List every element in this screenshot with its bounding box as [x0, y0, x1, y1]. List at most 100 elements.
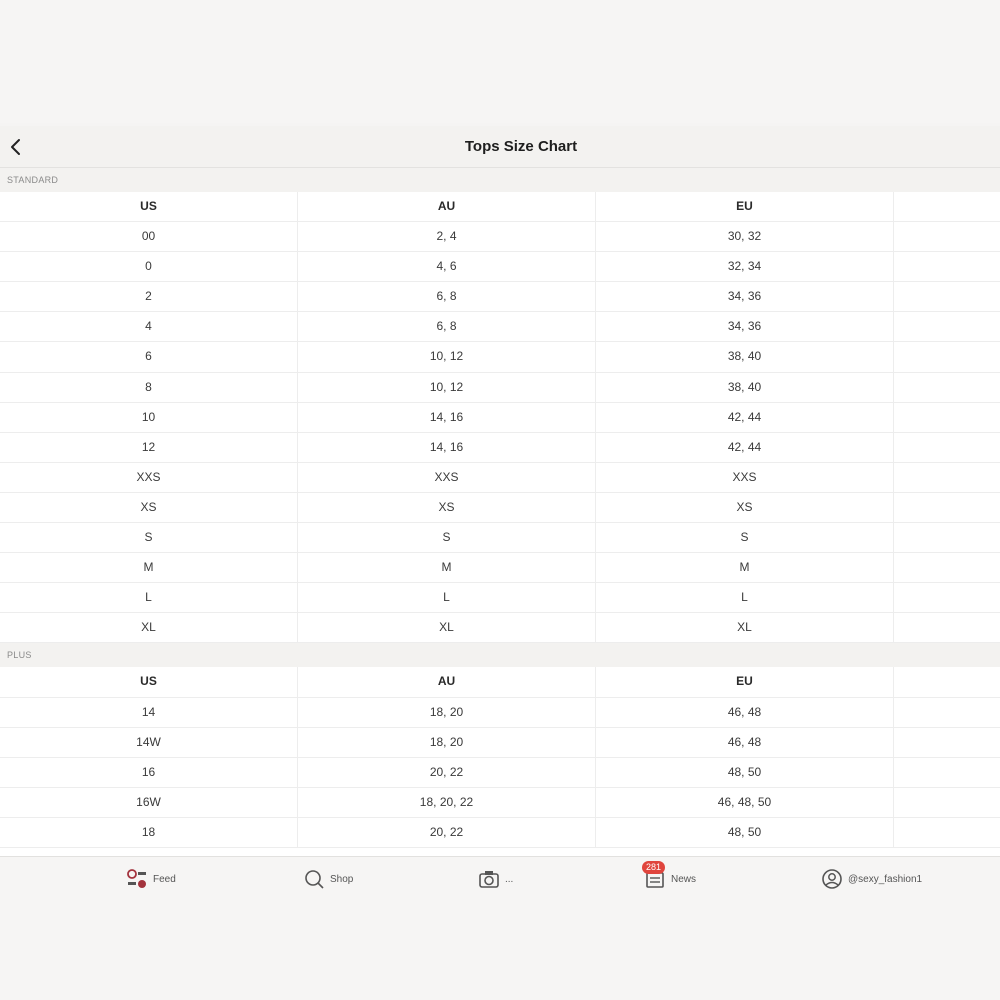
camera-icon: [479, 871, 499, 888]
table-cell-eu: 38, 40: [596, 342, 894, 372]
table-cell-eu: 46, 48: [596, 727, 894, 757]
table-cell-eu: XXS: [596, 462, 894, 492]
table-row: 00 2, 4 30, 32: [0, 222, 1000, 253]
column-header: EU: [596, 192, 894, 222]
table-cell-au: 18, 20: [298, 697, 596, 727]
table-cell-au: 10, 12: [298, 372, 596, 402]
table-filler-cell: [894, 523, 1000, 552]
table-cell-us: XL: [0, 613, 298, 643]
table-cell-eu: 30, 32: [596, 222, 894, 252]
table-cell-eu: 34, 36: [596, 282, 894, 312]
tab-profile[interactable]: @sexy_fashion1: [821, 867, 922, 891]
table-cell-au: 6, 8: [298, 282, 596, 312]
tab-shop-label: Shop: [330, 873, 354, 885]
table-cell-au: 18, 20, 22: [298, 787, 596, 817]
table-filler-cell: [894, 493, 1000, 522]
table-cell-au: 4, 6: [298, 252, 596, 282]
table-filler-cell: [894, 252, 1000, 281]
search-icon: [305, 870, 324, 889]
table-filler-cell: [894, 463, 1000, 492]
table-cell-us: 16W: [0, 787, 298, 817]
table-row: 2 6, 8 34, 36: [0, 282, 1000, 313]
table-filler-cell: [894, 312, 1000, 341]
table-filler-cell: [894, 583, 1000, 612]
table-row: 4 6, 8 34, 36: [0, 312, 1000, 343]
tab-feed[interactable]: Feed: [126, 867, 176, 891]
tab-profile-label: @sexy_fashion1: [848, 873, 923, 885]
table-cell-eu: 38, 40: [596, 372, 894, 402]
table-filler-cell: [894, 342, 1000, 371]
column-header: AU: [298, 192, 596, 222]
column-header: US: [0, 667, 298, 697]
table-filler-cell: [894, 222, 1000, 251]
column-header: EU: [596, 667, 894, 697]
table-cell-au: 14, 16: [298, 402, 596, 432]
table-cell-us: L: [0, 583, 298, 613]
table-cell-au: M: [298, 553, 596, 583]
column-header: US: [0, 192, 298, 222]
table-cell-au: XXS: [298, 462, 596, 492]
table-row: 8 10, 12 38, 40: [0, 372, 1000, 403]
size-table-plus: US AU EU 14 18, 20 46, 48 14W 18, 20 46, 48 16 20,…: [0, 667, 1000, 848]
tab-news[interactable]: 281 News: [642, 861, 696, 891]
table-row: 18 20, 22 48, 50: [0, 817, 1000, 848]
news-badge: 281: [642, 861, 666, 874]
table-cell-us: 14W: [0, 727, 298, 757]
section-header-standard: STANDARD: [0, 168, 1000, 192]
table-cell-eu: XL: [596, 613, 894, 643]
table-cell-eu: 34, 36: [596, 312, 894, 342]
table-filler-cell: [894, 373, 1000, 402]
page-title: Tops Size Chart: [464, 138, 578, 155]
tab-camera[interactable]: ...: [478, 867, 513, 891]
table-cell-au: S: [298, 523, 596, 553]
table-header-row: US AU EU: [0, 667, 1000, 698]
table-cell-au: 18, 20: [298, 727, 596, 757]
table-cell-us: 2: [0, 282, 298, 312]
table-cell-eu: 46, 48, 50: [596, 787, 894, 817]
table-cell-us: 4: [0, 312, 298, 342]
table-cell-us: S: [0, 523, 298, 553]
table-row: 12 14, 16 42, 44: [0, 432, 1000, 463]
table-header-row: US AU EU: [0, 192, 1000, 223]
size-table-standard: US AU EU 00 2, 4 30, 32 0 4, 6 32, 34 2 6, 8 34, 36…: [0, 192, 1000, 644]
tab-shop[interactable]: Shop: [303, 867, 353, 891]
table-cell-us: 12: [0, 432, 298, 462]
table-cell-eu: 48, 50: [596, 817, 894, 847]
table-filler-cell: [894, 698, 1000, 727]
table-cell-au: 20, 22: [298, 817, 596, 847]
tab-bar: Feed Shop ... 281 News @sexy_fashion1: [0, 856, 1000, 1000]
table-row: 16 20, 22 48, 50: [0, 757, 1000, 788]
table-cell-us: 00: [0, 222, 298, 252]
table-cell-au: 20, 22: [298, 757, 596, 787]
table-cell-us: 0: [0, 252, 298, 282]
tab-feed-label: Feed: [153, 873, 176, 885]
navigation-bar: Tops Size Chart: [0, 126, 1000, 168]
table-cell-eu: L: [596, 583, 894, 613]
table-cell-us: 14: [0, 697, 298, 727]
table-cell-us: 16: [0, 757, 298, 787]
table-cell-eu: M: [596, 553, 894, 583]
table-cell-eu: 32, 34: [596, 252, 894, 282]
table-row: XXS XXS XXS: [0, 462, 1000, 493]
table-cell-au: 6, 8: [298, 312, 596, 342]
table-cell-au: 14, 16: [298, 432, 596, 462]
feed-icon: [127, 869, 146, 888]
profile-icon: [822, 869, 842, 889]
table-filler-cell: [894, 758, 1000, 787]
table-row: XS XS XS: [0, 492, 1000, 524]
table-filler-cell: [894, 553, 1000, 582]
table-filler-cell: [894, 788, 1000, 817]
table-cell-us: XS: [0, 492, 298, 523]
table-cell-au: L: [298, 583, 596, 613]
table-filler-cell: [894, 433, 1000, 462]
blank-top-area: [0, 0, 1000, 123]
table-cell-eu: S: [596, 523, 894, 553]
table-cell-us: XXS: [0, 462, 298, 492]
table-cell-au: XS: [298, 492, 596, 523]
table-filler-cell: [894, 192, 1000, 221]
table-row: 14W 18, 20 46, 48: [0, 727, 1000, 758]
size-chart-content[interactable]: STANDARD US AU EU 00 2, 4 30, 32 0 4, 6 32, 34 2 6…: [0, 168, 1000, 856]
table-cell-eu: 42, 44: [596, 402, 894, 432]
table-filler-cell: [894, 818, 1000, 847]
table-filler-cell: [894, 282, 1000, 311]
